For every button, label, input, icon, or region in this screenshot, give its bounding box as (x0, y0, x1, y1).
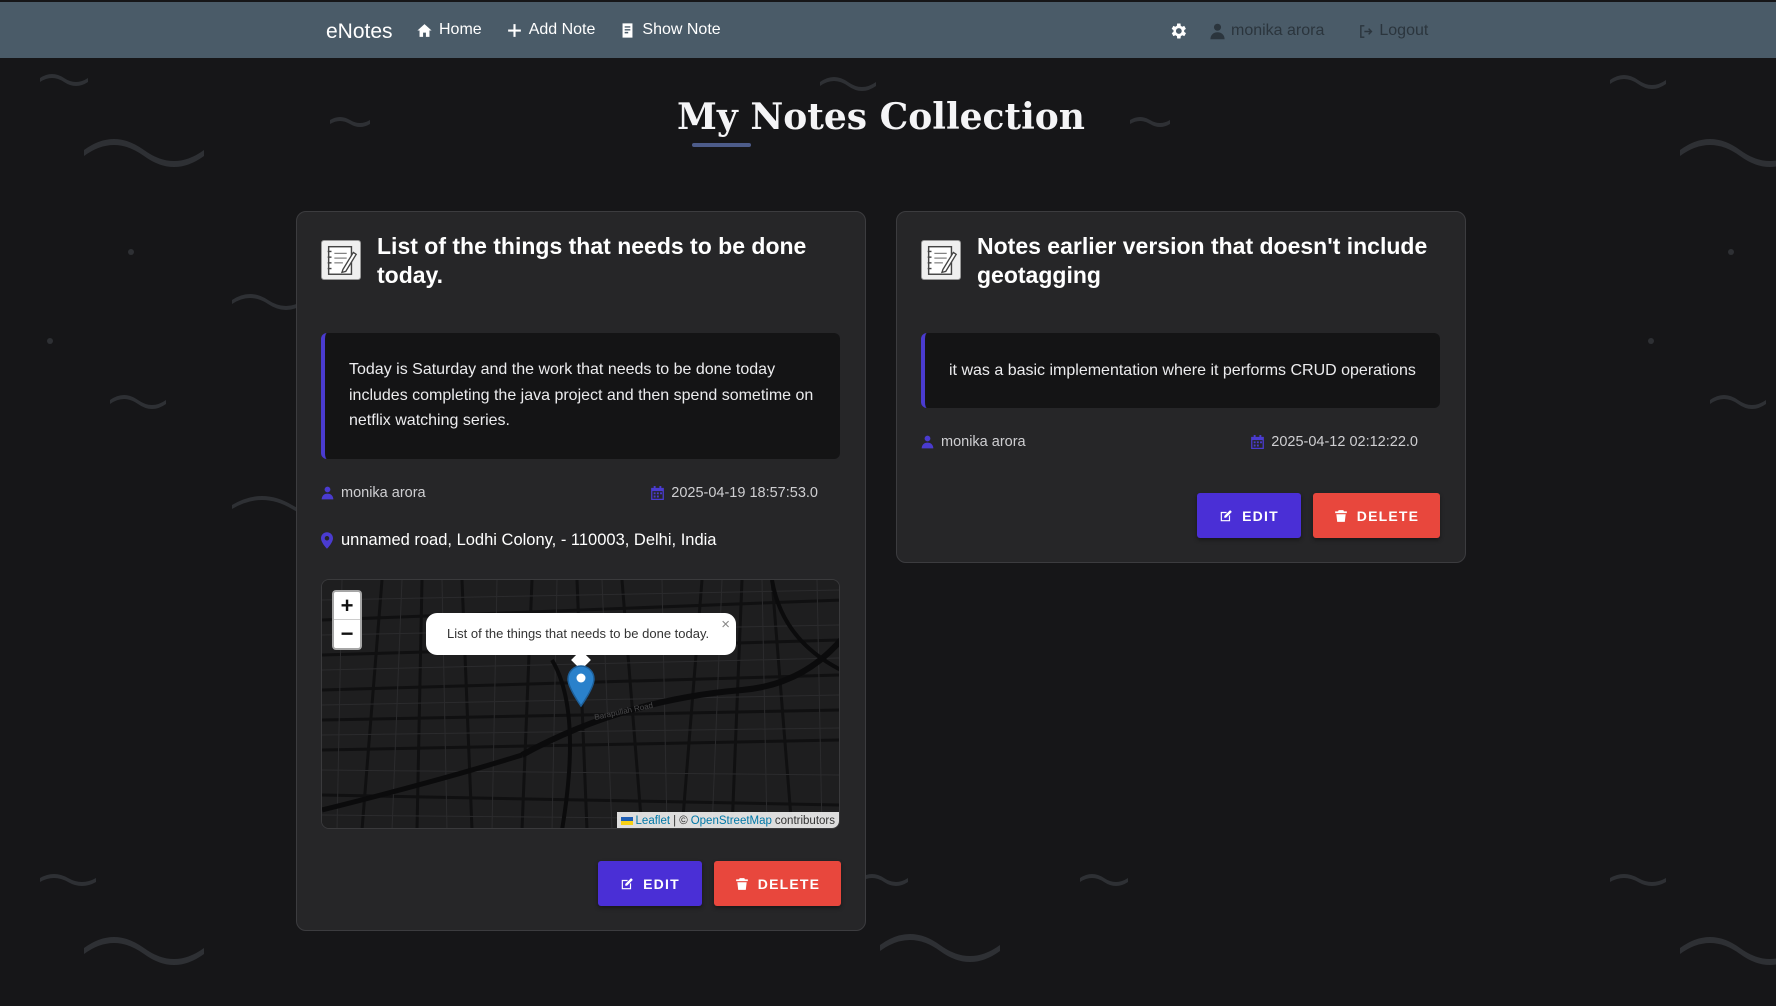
calendar-icon (1251, 435, 1265, 449)
attribution-separator: | © (673, 814, 688, 827)
gear-icon (1171, 23, 1186, 39)
zoom-out-button[interactable]: − (334, 620, 360, 648)
delete-button[interactable]: DELETE (714, 861, 841, 906)
note-date: 2025-04-19 18:57:53.0 (651, 485, 818, 501)
map-pin-icon (321, 532, 333, 549)
background-wave-pattern (40, 74, 1776, 965)
user-icon (921, 435, 934, 449)
home-icon (417, 23, 432, 37)
nav-add-note-label: Add Note (528, 21, 596, 38)
popup-close-button[interactable]: × (721, 616, 730, 633)
edit-icon (1220, 509, 1232, 521)
logout-label: Logout (1379, 22, 1429, 39)
note-card: List of the things that needs to be done… (296, 211, 866, 931)
edit-button-label: EDIT (1242, 507, 1279, 524)
ukraine-flag-icon (620, 816, 633, 825)
edit-button-label: EDIT (643, 875, 680, 892)
nav-links: Home Add Note Show Note (416, 21, 721, 39)
note-card: Notes earlier version that doesn't inclu… (896, 211, 1466, 563)
map-zoom-control: + − (332, 590, 362, 650)
note-icon (622, 22, 633, 38)
note-location: unnamed road, Lodhi Colony, - 110003, De… (321, 531, 716, 550)
nav-right: monika arora Logout (1168, 21, 1428, 41)
top-navbar: eNotes Home Add Note Show Note monika ar… (0, 2, 1776, 58)
note-content: Today is Saturday and the work that need… (321, 333, 840, 459)
zoom-in-button[interactable]: + (334, 592, 360, 620)
logout-icon (1360, 24, 1373, 38)
theme-toggle-button[interactable] (1168, 21, 1188, 41)
note-map[interactable]: Barapullah Road + − List of the things t… (321, 579, 840, 829)
map-popup: List of the things that needs to be done… (426, 613, 736, 670)
nav-home-label: Home (439, 21, 482, 38)
note-meta: monika arora 2025-04-12 02:12:22.0 (921, 434, 1440, 450)
edit-icon (621, 877, 633, 889)
nav-show-note-link[interactable]: Show Note (619, 21, 721, 39)
note-location-text: unnamed road, Lodhi Colony, - 110003, De… (341, 531, 717, 549)
attribution-suffix: contributors (774, 814, 835, 827)
nav-user: monika arora (1210, 22, 1324, 40)
nav-home-link[interactable]: Home (416, 21, 482, 39)
map-marker-icon[interactable] (567, 665, 595, 707)
openstreetmap-link[interactable]: OpenStreetMap (691, 815, 772, 827)
note-author-name: monika arora (941, 434, 1026, 450)
note-title: List of the things that needs to be done… (377, 233, 807, 288)
brand-logo[interactable]: eNotes (326, 20, 393, 44)
note-date: 2025-04-12 02:12:22.0 (1251, 434, 1418, 450)
nav-username: monika arora (1231, 22, 1325, 39)
page-title: My Notes Collection (677, 96, 1085, 138)
note-date-value: 2025-04-19 18:57:53.0 (671, 485, 818, 501)
note-author-name: monika arora (341, 485, 426, 501)
note-author: monika arora (321, 485, 426, 501)
delete-button[interactable]: DELETE (1313, 493, 1440, 538)
notepad-icon (321, 240, 361, 280)
trash-icon (735, 877, 748, 890)
delete-button-label: DELETE (1356, 507, 1420, 524)
user-icon (1210, 23, 1225, 39)
nav-show-note-label: Show Note (642, 21, 721, 38)
calendar-icon (651, 486, 665, 500)
map-attribution: Leaflet | © OpenStreetMap contributors (616, 812, 839, 828)
trash-icon (1334, 509, 1347, 522)
title-underline (692, 143, 751, 147)
note-meta: monika arora 2025-04-19 18:57:53.0 (321, 485, 840, 501)
logout-button[interactable]: Logout (1358, 22, 1428, 40)
notepad-icon (921, 240, 961, 280)
edit-button[interactable]: EDIT (1197, 493, 1301, 538)
delete-button-label: DELETE (757, 875, 821, 892)
nav-add-note-link[interactable]: Add Note (506, 21, 596, 39)
plus-icon (507, 23, 521, 37)
map-popup-text: List of the things that needs to be done… (447, 626, 710, 641)
note-title: Notes earlier version that doesn't inclu… (977, 233, 1428, 288)
edit-button[interactable]: EDIT (598, 861, 702, 906)
note-content: it was a basic implementation where it p… (921, 333, 1440, 408)
note-date-value: 2025-04-12 02:12:22.0 (1271, 434, 1418, 450)
note-author: monika arora (921, 434, 1026, 450)
user-icon (321, 486, 334, 500)
leaflet-link[interactable]: Leaflet (636, 815, 671, 827)
